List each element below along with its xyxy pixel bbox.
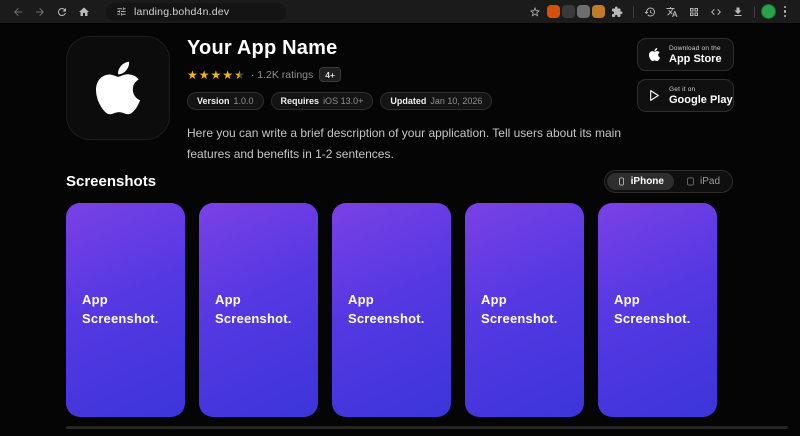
screenshot-card[interactable]: AppScreenshot.: [66, 203, 185, 417]
screenshots-title: Screenshots: [66, 173, 156, 190]
apple-logo-icon: [93, 58, 143, 118]
toggle-ipad[interactable]: iPad: [676, 173, 730, 190]
dev-code-icon[interactable]: [706, 2, 726, 22]
extension-4-icon[interactable]: [592, 5, 605, 18]
rating-row: ★★★★★ · 1.2K ratings 4+: [187, 67, 637, 82]
screenshots-row: AppScreenshot. AppScreenshot. AppScreens…: [66, 203, 717, 417]
app-landing-page: Your App Name ★★★★★ · 1.2K ratings 4+ Ve…: [0, 24, 800, 436]
apple-logo-icon: [648, 47, 661, 62]
app-icon: [66, 36, 170, 140]
profile-avatar[interactable]: [761, 4, 776, 19]
address-bar[interactable]: landing.bohd4n.dev: [106, 3, 286, 21]
toolbar-separator: [633, 6, 634, 18]
app-header: Your App Name ★★★★★ · 1.2K ratings 4+ Ve…: [66, 36, 734, 165]
app-description: Here you can write a brief description o…: [187, 123, 637, 165]
extensions-puzzle-icon[interactable]: [607, 2, 627, 22]
age-rating-badge: 4+: [319, 67, 341, 82]
screenshot-card[interactable]: AppScreenshot.: [598, 203, 717, 417]
star-icon: ★: [222, 69, 233, 81]
menu-kebab-icon[interactable]: [778, 6, 792, 18]
rating-count: · 1.2K ratings: [251, 69, 313, 81]
play-logo-icon: [648, 88, 661, 103]
phone-icon: [617, 176, 626, 187]
toggle-iphone[interactable]: iPhone: [607, 173, 674, 190]
app-store-button[interactable]: Download on the App Store: [637, 38, 734, 71]
extension-3-icon[interactable]: [577, 5, 590, 18]
tablet-icon: [686, 176, 695, 187]
reload-icon[interactable]: [52, 2, 72, 22]
screenshot-card[interactable]: AppScreenshot.: [332, 203, 451, 417]
extension-2-icon[interactable]: [562, 5, 575, 18]
meta-badges: Version 1.0.0 Requires iOS 13.0+ Updated…: [187, 92, 637, 110]
tab-grid-icon[interactable]: [684, 2, 704, 22]
home-icon[interactable]: [74, 2, 94, 22]
star-icon: ★: [187, 69, 198, 81]
history-icon[interactable]: [640, 2, 660, 22]
back-icon[interactable]: [8, 2, 28, 22]
toolbar-separator-2: [754, 6, 755, 18]
browser-toolbar: landing.bohd4n.dev: [0, 0, 800, 24]
horizontal-scrollbar[interactable]: [66, 426, 788, 429]
translate-icon[interactable]: [662, 2, 682, 22]
star-half-icon: ★: [234, 69, 245, 81]
star-icon: ★: [211, 69, 222, 81]
store-buttons: Download on the App Store Get it on Goog…: [637, 36, 734, 165]
google-play-button[interactable]: Get it on Google Play: [637, 79, 734, 112]
forward-icon[interactable]: [30, 2, 50, 22]
extension-1-icon[interactable]: [547, 5, 560, 18]
screenshot-card[interactable]: AppScreenshot.: [465, 203, 584, 417]
url-text: landing.bohd4n.dev: [134, 6, 229, 18]
app-title: Your App Name: [187, 37, 637, 60]
bookmark-star-icon[interactable]: [525, 2, 545, 22]
star-icon: ★: [199, 69, 210, 81]
site-settings-icon[interactable]: [116, 6, 127, 17]
screenshot-card[interactable]: AppScreenshot.: [199, 203, 318, 417]
version-badge: Version 1.0.0: [187, 92, 264, 110]
updated-badge: Updated Jan 10, 2026: [380, 92, 492, 110]
requires-badge: Requires iOS 13.0+: [271, 92, 374, 110]
star-rating: ★★★★★: [187, 69, 245, 81]
screenshots-header: Screenshots iPhone iPad: [66, 170, 733, 193]
app-info: Your App Name ★★★★★ · 1.2K ratings 4+ Ve…: [187, 36, 637, 165]
device-toggle: iPhone iPad: [604, 170, 733, 193]
downloads-icon[interactable]: [728, 2, 748, 22]
